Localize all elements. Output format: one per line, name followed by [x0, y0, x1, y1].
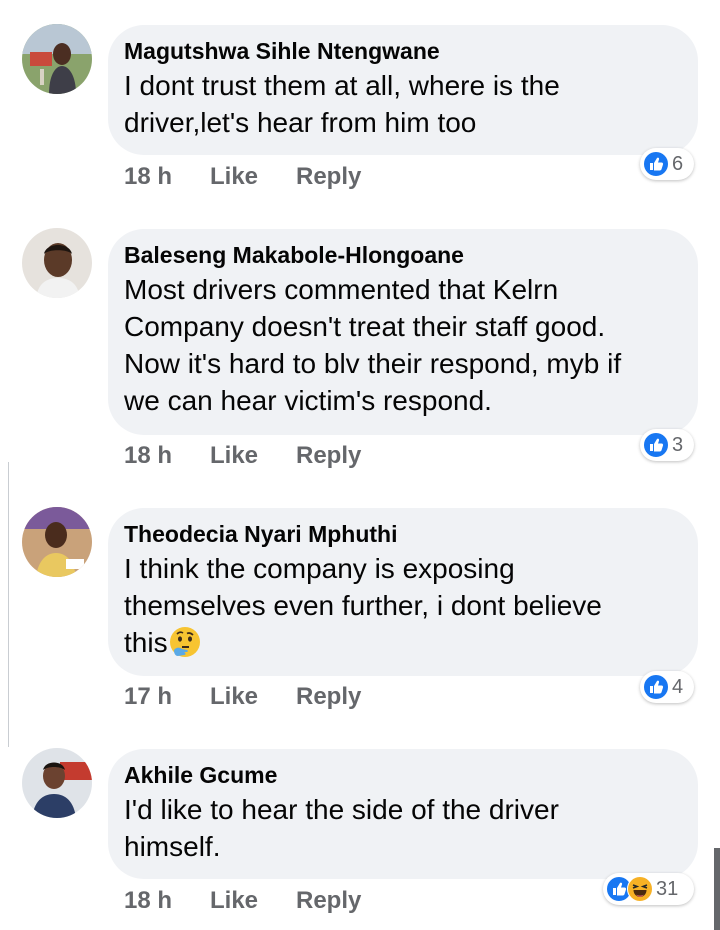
reaction-count: 4 — [672, 676, 684, 698]
comments-page: Magutshwa Sihle Ntengwane I dont trust t… — [0, 0, 720, 930]
reaction-count: 3 — [672, 434, 684, 456]
reply-button[interactable]: Reply — [296, 439, 361, 473]
reaction-count: 6 — [672, 153, 684, 175]
reply-button[interactable]: Reply — [296, 160, 361, 194]
like-button[interactable]: Like — [210, 160, 280, 194]
comment-timestamp[interactable]: 18 h — [124, 160, 194, 194]
comment-text: I dont trust them at all, where is the d… — [124, 67, 676, 141]
comment-text-line: himself. — [124, 831, 221, 862]
comment-text-line: we can hear victim's respond. — [124, 385, 492, 416]
comment-text-line: I dont trust them at all, where is the — [124, 70, 560, 101]
comment-text-line: Company doesn't treat their staff good. — [124, 311, 606, 342]
like-button[interactable]: Like — [210, 884, 280, 918]
comment-text: I think the company is exposing themselv… — [124, 550, 676, 661]
comment-text-line: Now it's hard to blv their respond, myb … — [124, 348, 622, 379]
comment-bubble: Magutshwa Sihle Ntengwane I dont trust t… — [108, 25, 698, 155]
like-icon — [643, 151, 669, 177]
like-icon — [643, 674, 669, 700]
comment-bubble: Akhile Gcume I'd like to hear the side o… — [108, 749, 698, 879]
avatar[interactable] — [22, 507, 92, 577]
comment-author[interactable]: Theodecia Nyari Mphuthi — [124, 518, 676, 550]
like-icon — [643, 432, 669, 458]
haha-icon — [627, 876, 653, 902]
comment-timestamp[interactable]: 17 h — [124, 680, 194, 714]
comment-text: I'd like to hear the side of the driver … — [124, 791, 676, 865]
avatar[interactable] — [22, 24, 92, 94]
like-button[interactable]: Like — [210, 439, 280, 473]
comment-text-line: driver,let's hear from him too — [124, 107, 477, 138]
comment-text: Most drivers commented that Kelrn Compan… — [124, 271, 676, 419]
comment-text-line: I think the company is exposing — [124, 553, 515, 584]
comment-timestamp[interactable]: 18 h — [124, 884, 194, 918]
comment-actions: 18 h Like Reply — [124, 884, 361, 918]
comment-author[interactable]: Baleseng Makabole-Hlongoane — [124, 239, 676, 271]
reaction-summary[interactable]: 3 — [640, 429, 694, 461]
comment-bubble: Baleseng Makabole-Hlongoane Most drivers… — [108, 229, 698, 435]
comment-text-line: I'd like to hear the side of the driver — [124, 794, 559, 825]
avatar[interactable] — [22, 228, 92, 298]
comment-text-tail: this — [124, 627, 168, 658]
comment-author[interactable]: Magutshwa Sihle Ntengwane — [124, 35, 676, 67]
like-button[interactable]: Like — [210, 680, 280, 714]
reaction-summary[interactable]: 31 — [603, 873, 694, 905]
comment-text-line: Most drivers commented that Kelrn — [124, 274, 559, 305]
comment-author[interactable]: Akhile Gcume — [124, 759, 676, 791]
comment-actions: 18 h Like Reply — [124, 160, 361, 194]
side-divider — [0, 462, 9, 747]
comment-text-line: this — [124, 624, 676, 661]
comment-actions: 17 h Like Reply — [124, 680, 361, 714]
comment-text-line: themselves even further, i dont believe — [124, 590, 602, 621]
reaction-summary[interactable]: 6 — [640, 148, 694, 180]
reply-button[interactable]: Reply — [296, 884, 361, 918]
scrollbar[interactable] — [714, 848, 720, 930]
comment-timestamp[interactable]: 18 h — [124, 439, 194, 473]
thinking-face-emoji — [169, 627, 200, 657]
reaction-count: 31 — [656, 878, 679, 900]
comment-bubble: Theodecia Nyari Mphuthi I think the comp… — [108, 508, 698, 676]
reply-button[interactable]: Reply — [296, 680, 361, 714]
comment-actions: 18 h Like Reply — [124, 439, 361, 473]
avatar[interactable] — [22, 748, 92, 818]
reaction-summary[interactable]: 4 — [640, 671, 694, 703]
